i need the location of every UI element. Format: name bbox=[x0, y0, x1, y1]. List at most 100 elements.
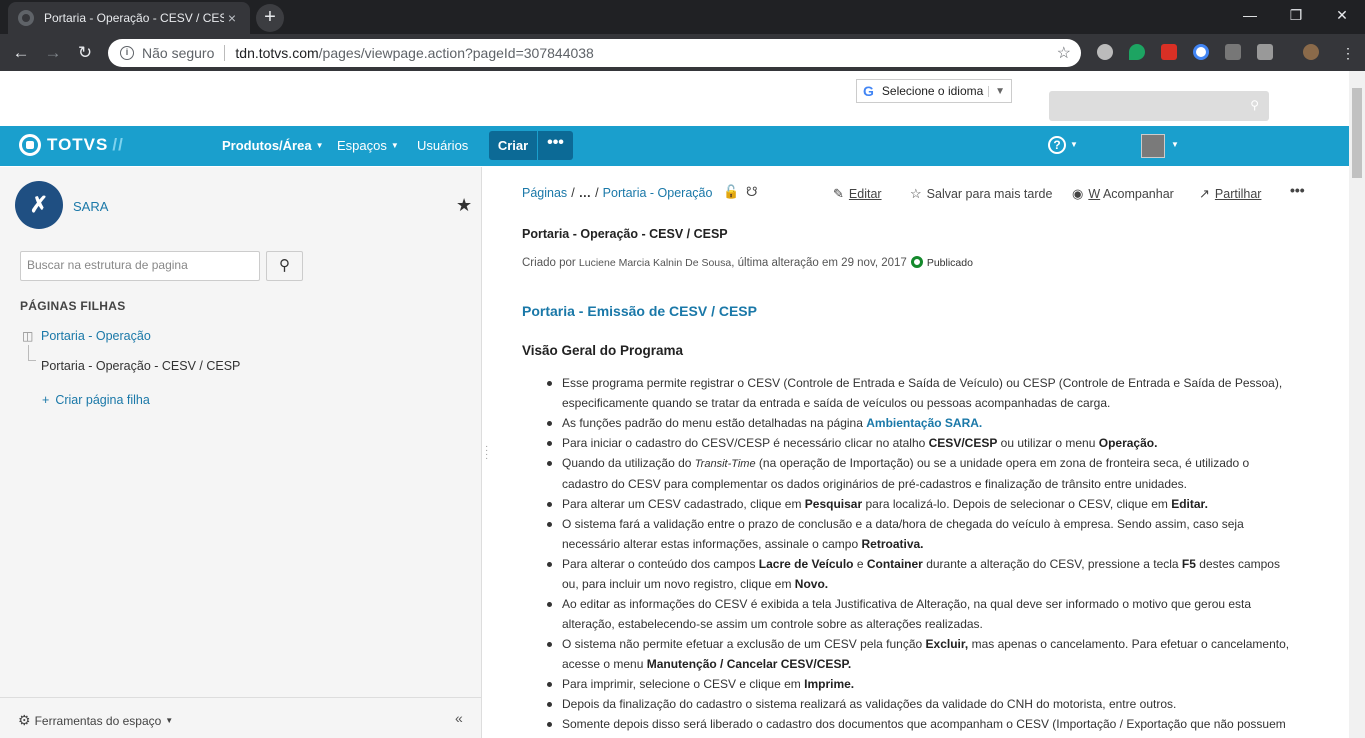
tree-item-portaria-operacao[interactable]: Portaria - Operação bbox=[41, 329, 151, 343]
create-button[interactable]: Criar bbox=[489, 131, 537, 160]
language-select-label: Selecione o idioma bbox=[881, 84, 984, 98]
google-translate-icon: G bbox=[863, 83, 874, 99]
omnibox-separator bbox=[224, 45, 226, 61]
browser-tab-title: Portaria - Operação - CESV / CES bbox=[44, 11, 224, 25]
share-icon: ↗ bbox=[1199, 186, 1210, 201]
nav-espacos-label: Espaços bbox=[337, 138, 387, 153]
logo-text: TOTVS bbox=[47, 135, 109, 154]
bookmark-star-icon[interactable]: ☆ bbox=[1057, 43, 1071, 63]
extension-leaf-icon[interactable] bbox=[1129, 44, 1145, 60]
watch-button[interactable]: ◉ W Acompanhar bbox=[1072, 186, 1174, 202]
web-page: G Selecione o idioma ▼ ⚲ TOTVS // Produt… bbox=[0, 71, 1349, 738]
space-tools-label: Ferramentas do espaço bbox=[34, 714, 162, 728]
nav-produtos-label: Produtos/Área bbox=[222, 138, 312, 153]
list-item: Somente depois disso será liberado o cad… bbox=[547, 714, 1292, 738]
share-label: Partilhar bbox=[1214, 187, 1262, 201]
page-tree-search-input[interactable]: Buscar na estrutura de pagina bbox=[20, 251, 260, 281]
overview-list: Esse programa permite registrar o CESV (… bbox=[547, 373, 1292, 738]
info-icon[interactable]: i bbox=[120, 46, 134, 60]
more-options-button[interactable]: ••• bbox=[538, 131, 573, 160]
chevron-down-icon: ▼ bbox=[165, 716, 174, 725]
breadcrumb-ellipsis[interactable]: … bbox=[579, 186, 592, 200]
nav-produtos[interactable]: Produtos/Área ▼ bbox=[222, 138, 324, 153]
more-actions-icon[interactable]: ••• bbox=[1290, 182, 1305, 198]
space-logo[interactable]: ✗ bbox=[15, 181, 63, 229]
create-child-page-label: Criar página filha bbox=[55, 393, 150, 407]
user-avatar[interactable] bbox=[1141, 134, 1165, 158]
author-link[interactable]: Luciene Marcia Kalnin De Sousa bbox=[579, 257, 731, 269]
unlock-icon[interactable]: 🔓 bbox=[723, 184, 739, 200]
browser-menu-icon[interactable]: ⋮ bbox=[1335, 40, 1361, 66]
help-button[interactable]: ? ▼ bbox=[1048, 136, 1078, 154]
url-host: tdn.totvs.com bbox=[235, 45, 319, 61]
chevron-down-icon: ▼ bbox=[315, 141, 324, 150]
google-icon[interactable] bbox=[1193, 44, 1209, 60]
last-change-link[interactable]: , última alteração em 29 nov, 2017 bbox=[731, 257, 907, 269]
nav-usuarios[interactable]: Usuários bbox=[417, 138, 468, 153]
minimize-icon[interactable]: — bbox=[1227, 0, 1273, 30]
favorite-star-icon[interactable]: ★ bbox=[456, 195, 472, 216]
space-name-link[interactable]: SARA bbox=[73, 199, 108, 214]
chevron-down-icon: ▼ bbox=[1070, 140, 1078, 149]
totvs-logo[interactable]: TOTVS // bbox=[19, 134, 124, 156]
breadcrumb: Páginas /… / Portaria - Operação bbox=[522, 186, 713, 200]
pencil-icon: ✎ bbox=[833, 186, 844, 201]
window-close-icon[interactable]: ✕ bbox=[1319, 0, 1365, 30]
logo-slash: // bbox=[112, 135, 124, 154]
page-tree-icon[interactable]: ☋ bbox=[746, 184, 758, 200]
list-item: As funções padrão do menu estão detalhad… bbox=[547, 413, 1292, 433]
scrollbar-thumb[interactable] bbox=[1352, 88, 1362, 178]
status-badge: Publicado bbox=[926, 257, 973, 269]
new-tab-button[interactable]: + bbox=[256, 4, 284, 32]
page-tree-icon: ◫ bbox=[22, 329, 34, 343]
star-outline-icon: ☆ bbox=[910, 186, 922, 201]
gear-icon: ⚙ bbox=[18, 712, 31, 728]
browser-tab-strip: Portaria - Operação - CESV / CES × + — ❐… bbox=[0, 0, 1365, 34]
dropdown-arrow-icon: ▼ bbox=[988, 85, 1005, 97]
list-item: Para alterar o conteúdo dos campos Lacre… bbox=[547, 554, 1292, 594]
reload-icon[interactable]: ↻ bbox=[72, 40, 98, 66]
back-arrow-icon[interactable]: ← bbox=[8, 40, 34, 66]
page-scrollbar[interactable] bbox=[1349, 71, 1365, 738]
save-for-later-button[interactable]: ☆ Salvar para mais tarde bbox=[910, 186, 1052, 202]
url-path: /pages/viewpage.action?pageId=307844038 bbox=[318, 45, 594, 61]
share-button[interactable]: ↗ Partilhar bbox=[1199, 186, 1261, 202]
eye-icon: ◉ bbox=[1072, 186, 1084, 201]
page-tree-search-button[interactable]: ⚲ bbox=[266, 251, 303, 281]
address-bar[interactable]: i Não seguro tdn.totvs.com/pages/viewpag… bbox=[108, 39, 1081, 67]
nav-espacos[interactable]: Espaços ▼ bbox=[337, 138, 399, 153]
language-select[interactable]: G Selecione o idioma ▼ bbox=[856, 79, 1012, 103]
list-item: Quando da utilização do Transit-Time (na… bbox=[547, 453, 1292, 494]
edit-button[interactable]: ✎ Editar bbox=[833, 186, 882, 202]
breadcrumb-paginas[interactable]: Páginas bbox=[522, 186, 567, 200]
create-child-page-link[interactable]: + Criar página filha bbox=[42, 393, 150, 407]
tree-item-current-page[interactable]: Portaria - Operação - CESV / CESP bbox=[41, 359, 240, 373]
tree-connector bbox=[28, 345, 36, 361]
restore-icon[interactable]: ❐ bbox=[1273, 0, 1319, 30]
extension-bulb-icon[interactable] bbox=[1257, 44, 1273, 60]
published-status-icon bbox=[910, 256, 923, 268]
extension-circle-icon[interactable] bbox=[1097, 44, 1113, 60]
url-text: tdn.totvs.com/pages/viewpage.action?page… bbox=[235, 45, 593, 61]
chevron-down-icon[interactable]: ▼ bbox=[1171, 140, 1179, 149]
extension-pdf-icon[interactable] bbox=[1225, 44, 1241, 60]
collapse-sidebar-icon[interactable]: « bbox=[455, 710, 463, 726]
browser-tab[interactable]: Portaria - Operação - CESV / CES × bbox=[8, 2, 250, 34]
breadcrumb-portaria-operacao[interactable]: Portaria - Operação bbox=[603, 186, 713, 200]
space-tools-button[interactable]: ⚙ Ferramentas do espaço ▼ bbox=[18, 712, 173, 729]
list-item: Ao editar as informações do CESV é exibi… bbox=[547, 594, 1292, 634]
ambientacao-link[interactable]: Ambientação SARA. bbox=[866, 416, 982, 430]
tab-close-icon[interactable]: × bbox=[224, 10, 240, 26]
content-heading: Portaria - Emissão de CESV / CESP bbox=[522, 303, 757, 319]
watch-key: W bbox=[1088, 187, 1101, 201]
site-search-input[interactable]: ⚲ bbox=[1049, 91, 1269, 121]
sidebar: ✗ SARA ★ Buscar na estrutura de pagina ⚲… bbox=[0, 167, 482, 738]
main-content: Páginas /… / Portaria - Operação 🔓 ☋ ✎ Edita… bbox=[483, 167, 1349, 738]
help-icon: ? bbox=[1048, 136, 1066, 154]
extension-s-icon[interactable] bbox=[1161, 44, 1177, 60]
forward-arrow-icon[interactable]: → bbox=[40, 40, 66, 66]
list-item: Para imprimir, selecione o CESV e clique… bbox=[547, 674, 1292, 694]
plus-icon: + bbox=[42, 393, 50, 407]
profile-avatar[interactable] bbox=[1303, 44, 1319, 60]
list-item: Esse programa permite registrar o CESV (… bbox=[547, 373, 1292, 413]
